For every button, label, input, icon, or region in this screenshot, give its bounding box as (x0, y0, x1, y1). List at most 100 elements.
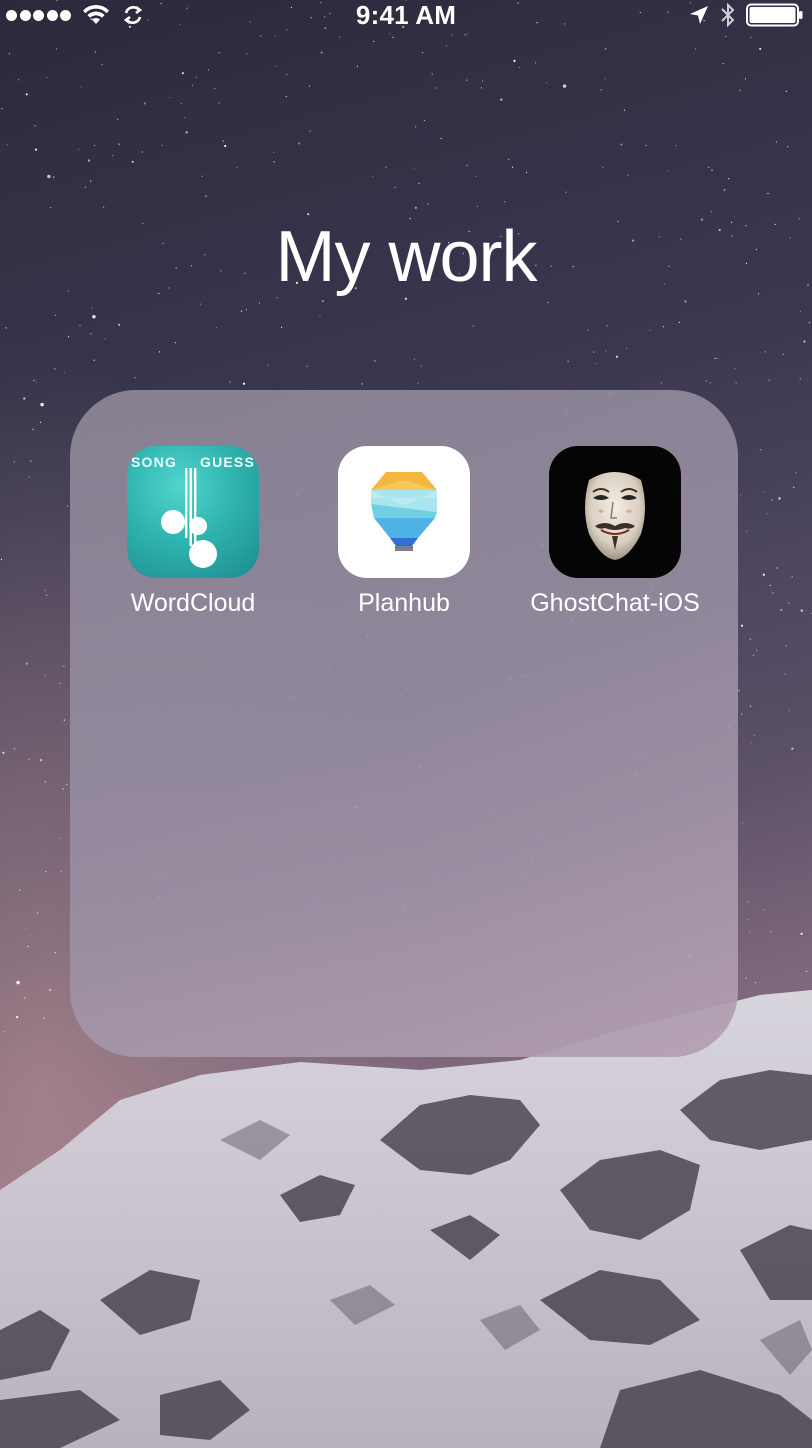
star (35, 381, 38, 384)
star (361, 383, 363, 385)
star (281, 326, 283, 328)
star (180, 103, 182, 105)
star (476, 205, 478, 207)
star (724, 188, 726, 191)
star (63, 719, 65, 721)
star (93, 359, 95, 361)
star (480, 87, 482, 89)
star (451, 34, 453, 36)
star (739, 89, 741, 91)
star (246, 53, 248, 55)
star (749, 705, 752, 707)
star (565, 191, 567, 193)
star (392, 36, 394, 39)
star (134, 377, 136, 379)
location-arrow-icon (688, 4, 710, 26)
star (754, 981, 757, 984)
app-ghostchat[interactable]: GhostChat-iOS (509, 446, 719, 626)
star (214, 87, 216, 89)
star (534, 62, 537, 64)
star (716, 357, 719, 359)
star (711, 169, 713, 171)
bluetooth-icon (720, 2, 736, 28)
star (593, 351, 595, 353)
star (788, 710, 791, 712)
star (567, 360, 569, 362)
star (372, 176, 374, 178)
star (753, 734, 755, 736)
star (285, 95, 287, 98)
star (762, 909, 765, 911)
star (756, 649, 758, 652)
star (309, 130, 311, 132)
star (750, 742, 752, 744)
star (8, 53, 10, 55)
star (222, 140, 224, 142)
star (16, 980, 20, 985)
star (79, 324, 81, 326)
star (66, 505, 69, 507)
star (785, 90, 787, 92)
star (67, 336, 70, 338)
app-label: GhostChat-iOS (530, 589, 700, 617)
star (181, 72, 184, 75)
star (750, 36, 752, 38)
star (415, 126, 417, 128)
star (769, 584, 771, 587)
star (741, 822, 743, 824)
star (224, 144, 227, 148)
song-guess-icon[interactable]: SONG GUESS (127, 446, 259, 578)
star (62, 788, 64, 790)
star (184, 117, 186, 119)
star (286, 73, 288, 76)
star (427, 203, 429, 205)
star (466, 164, 468, 166)
star (645, 144, 647, 146)
star (339, 36, 341, 38)
star (587, 329, 589, 331)
star (420, 365, 422, 367)
star (1, 108, 3, 110)
star (734, 368, 736, 370)
star (422, 52, 424, 54)
star (775, 141, 778, 143)
star (32, 428, 34, 430)
star (39, 421, 42, 423)
star (787, 146, 789, 148)
star (27, 945, 29, 948)
star (28, 476, 30, 478)
star (803, 340, 806, 343)
star (708, 166, 710, 168)
star (709, 382, 712, 384)
star (55, 314, 57, 316)
star (30, 460, 32, 462)
star (791, 576, 793, 578)
folder-title[interactable]: My work (0, 212, 812, 302)
app-wordcloud[interactable]: SONG GUESS WordCloud (87, 446, 297, 626)
star (84, 186, 86, 188)
star (606, 325, 608, 327)
star (738, 690, 740, 692)
star (388, 33, 391, 35)
guy-fawkes-mask-icon[interactable] (549, 446, 681, 578)
star (205, 195, 207, 197)
star (34, 148, 38, 151)
star (795, 472, 797, 474)
star (767, 192, 769, 195)
star (201, 175, 203, 177)
star (306, 365, 308, 367)
star (562, 84, 567, 88)
star (91, 307, 93, 309)
star (413, 358, 415, 360)
star (19, 889, 21, 891)
star (5, 327, 7, 329)
star (782, 353, 784, 355)
star (513, 59, 516, 63)
star (23, 397, 26, 400)
star (764, 351, 766, 353)
star (394, 186, 396, 188)
star (749, 931, 751, 933)
star (771, 499, 773, 501)
lightbulb-icon[interactable] (338, 446, 470, 578)
app-planhub[interactable]: Planhub (298, 446, 508, 626)
